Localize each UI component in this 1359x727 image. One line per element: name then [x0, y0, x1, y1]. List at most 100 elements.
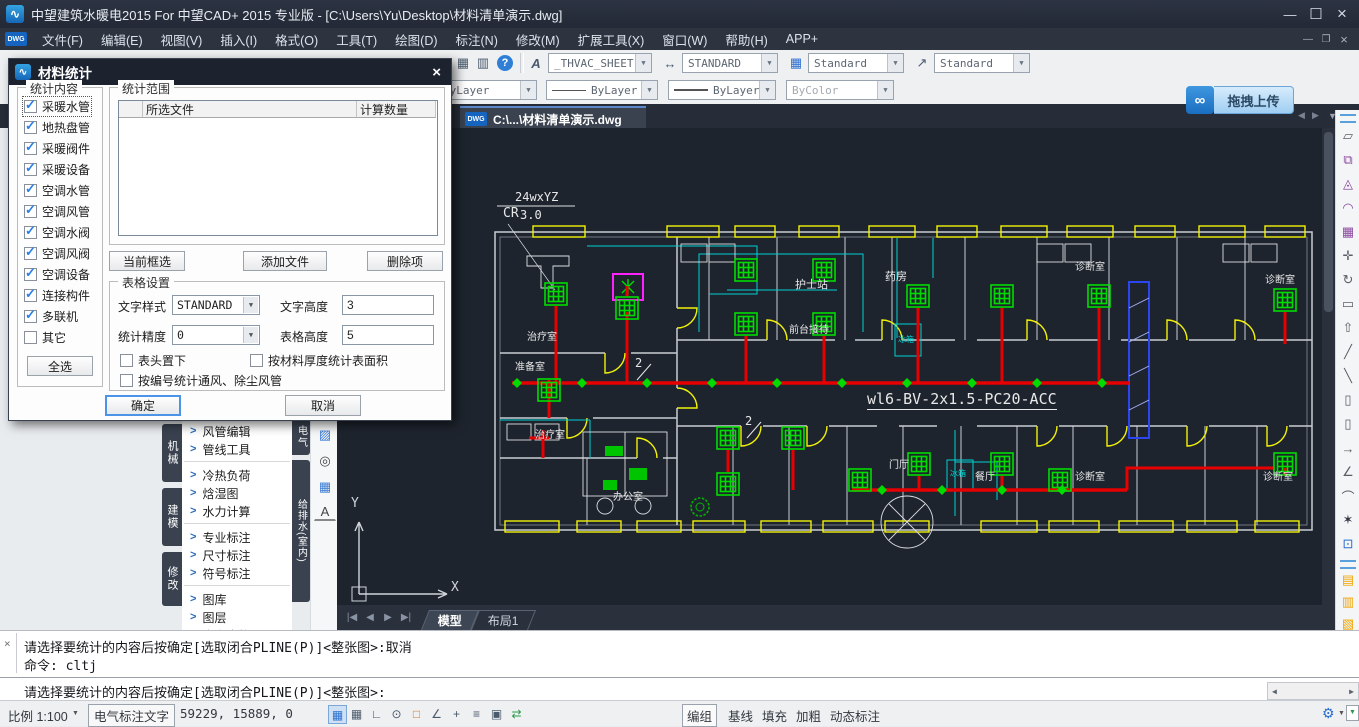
palette-tab-mechanical[interactable]: 机械 [162, 424, 182, 482]
chamfer-icon[interactable]: ∠ [1338, 462, 1358, 482]
checkbox-icon[interactable] [24, 310, 37, 323]
checkbox-icon[interactable] [24, 247, 37, 260]
checkbox-ac-air-valve[interactable]: 空调风阀 [24, 245, 90, 262]
prev-tab-icon[interactable]: ◀ [361, 612, 379, 623]
checkbox-ac-equipment[interactable]: 空调设备 [24, 266, 90, 283]
palette-tab-plumbing-indoor[interactable]: 给排水(室内) [292, 460, 310, 602]
canvas-vertical-scrollbar[interactable] [1322, 128, 1335, 630]
delete-item-button[interactable]: 删除项 [367, 251, 443, 271]
hatch-icon[interactable]: ▨ [314, 424, 336, 446]
checkbox-icon[interactable] [120, 374, 133, 387]
scroll-right-icon[interactable]: ▶ [1349, 687, 1358, 696]
checkbox-icon[interactable] [24, 163, 37, 176]
checkbox-icon[interactable] [24, 268, 37, 281]
palette-item-load-calc[interactable]: >冷热负荷 [182, 466, 292, 484]
drawing-canvas[interactable]: CR 24wxYZ 3.0 治疗室 准备室 治疗室 办公室 护士站 前台接待 药… [337, 128, 1322, 605]
text-style-icon[interactable]: A [526, 53, 546, 73]
command-prompt[interactable]: 请选择要统计的内容后按确定[选取闭合PLINE(P)]<整张图>: [24, 682, 386, 701]
menu-modify[interactable]: 修改(M) [507, 30, 569, 49]
scale-selector[interactable]: 比例 1:100 [8, 706, 68, 725]
checkbox-icon[interactable] [24, 100, 37, 113]
palette-item-hydraulic-calc[interactable]: >水力计算 [182, 502, 292, 520]
offset-icon[interactable]: ◠ [1338, 198, 1358, 218]
last-tab-icon[interactable]: ▶| [397, 612, 415, 623]
menu-dimension[interactable]: 标注(N) [447, 30, 507, 49]
rotate-icon[interactable]: ↻ [1338, 270, 1358, 290]
join-icon[interactable]: → [1338, 438, 1358, 458]
doc-restore-icon[interactable]: ❐ [1317, 32, 1335, 46]
mleader-style-combo[interactable]: Standard ▼ [934, 53, 1030, 73]
checkbox-icon[interactable] [250, 354, 263, 367]
otrack-icon[interactable]: ∠ [428, 705, 445, 722]
palette-tab-modeling[interactable]: 建模 [162, 488, 182, 546]
list-header-file[interactable]: 所选文件 [143, 101, 357, 118]
draworder-under-icon[interactable]: ▥ [1338, 592, 1358, 612]
polar-icon[interactable]: ⊙ [388, 705, 405, 722]
explode-icon[interactable]: ✶ [1338, 510, 1358, 530]
grid-icon[interactable]: ▦ [348, 705, 365, 722]
checkbox-by-number[interactable]: 按编号统计通风、除尘风管 [120, 372, 282, 389]
menu-view[interactable]: 视图(V) [152, 30, 212, 49]
mleader-style-icon[interactable]: ↗ [912, 53, 932, 73]
break-icon[interactable]: ▯ [1338, 390, 1358, 410]
text-icon[interactable]: A [314, 502, 336, 521]
checkbox-icon[interactable] [24, 142, 37, 155]
model-space-icon[interactable]: ▣ [488, 705, 505, 722]
snap-icon[interactable]: ▦ [328, 705, 347, 724]
toolbar-grip[interactable] [1340, 560, 1356, 569]
text-style-combo[interactable]: _THVAC_SHEET ▼ [548, 53, 652, 73]
donut-icon[interactable]: ◎ [314, 450, 336, 472]
move-icon[interactable]: ✛ [1338, 246, 1358, 266]
palette-item-pipe-tools[interactable]: >管线工具 [182, 440, 292, 458]
help-icon[interactable]: ? [497, 55, 513, 71]
checkbox-icon[interactable] [24, 331, 37, 344]
checkbox-icon[interactable] [24, 205, 37, 218]
command-horizontal-scrollbar[interactable]: ◀ ▶ [1267, 682, 1359, 700]
erase-icon[interactable]: ▱ [1338, 126, 1358, 146]
chevron-down-icon[interactable]: ▼ [635, 54, 651, 72]
command-line-panel[interactable]: × 请选择要统计的内容后按确定[选取闭合PLINE(P)]<整张图>:取消 命令… [0, 630, 1359, 701]
checkbox-icon[interactable] [24, 184, 37, 197]
menu-edit[interactable]: 编辑(E) [92, 30, 152, 49]
scrollbar-thumb[interactable] [1324, 132, 1333, 312]
checkbox-icon[interactable] [24, 121, 37, 134]
close-icon[interactable]: × [1329, 4, 1355, 24]
checkbox-ac-water-valve[interactable]: 空调水阀 [24, 224, 90, 241]
copy-icon[interactable]: ⧉ [1338, 150, 1358, 170]
first-tab-icon[interactable]: |◀ [343, 612, 361, 623]
status-tray-icon[interactable]: ▼ [1346, 705, 1359, 721]
table-insert-icon[interactable]: ▦ [314, 476, 336, 498]
checkbox-ac-water-pipe[interactable]: 空调水管 [24, 182, 90, 199]
close-icon[interactable]: × [4, 637, 11, 650]
stretch-icon[interactable]: ⇧ [1338, 318, 1358, 338]
scale-icon[interactable]: ▭ [1338, 294, 1358, 314]
chevron-down-icon[interactable]: ▼ [761, 54, 777, 72]
current-selection-button[interactable]: 当前框选 [109, 251, 185, 271]
menu-tools[interactable]: 工具(T) [327, 30, 386, 49]
checkbox-ac-duct[interactable]: 空调风管 [24, 203, 90, 220]
checkbox-connectors[interactable]: 连接构件 [24, 287, 90, 304]
table-height-input[interactable]: 5 [342, 325, 434, 345]
select-similar-icon[interactable]: ⊡ [1338, 534, 1358, 554]
ortho-icon[interactable]: ∟ [368, 705, 385, 722]
text-height-input[interactable]: 3 [342, 295, 434, 315]
linetype-combo[interactable]: ByLayer ▼ [546, 80, 658, 100]
dim-style-combo[interactable]: STANDARD ▼ [682, 53, 778, 73]
draworder-above-icon[interactable]: ▤ [1338, 570, 1358, 590]
checkbox-heating-valve[interactable]: 采暖阀件 [24, 140, 90, 157]
array-icon[interactable]: ▦ [1338, 222, 1358, 242]
table-style-combo[interactable]: Standard ▼ [808, 53, 904, 73]
chevron-down-icon[interactable]: ▼ [520, 81, 536, 99]
checkbox-heating-equipment[interactable]: 采暖设备 [24, 161, 90, 178]
dyn-input-icon[interactable]: + [448, 705, 465, 722]
menu-insert[interactable]: 插入(I) [211, 30, 266, 49]
doc-close-icon[interactable]: × [1335, 32, 1353, 46]
toolbar-grip[interactable] [1340, 114, 1356, 123]
chevron-down-icon[interactable]: ▼ [759, 81, 775, 99]
tab-model[interactable]: 模型 [421, 610, 479, 630]
gear-icon[interactable]: ⚙ [1322, 705, 1335, 722]
precision-combo[interactable]: 0 ▼ [172, 325, 260, 345]
drag-upload-button[interactable]: ∞ 拖拽上传 [1186, 86, 1294, 114]
add-file-button[interactable]: 添加文件 [243, 251, 327, 271]
cancel-button[interactable]: 取消 [285, 395, 361, 416]
